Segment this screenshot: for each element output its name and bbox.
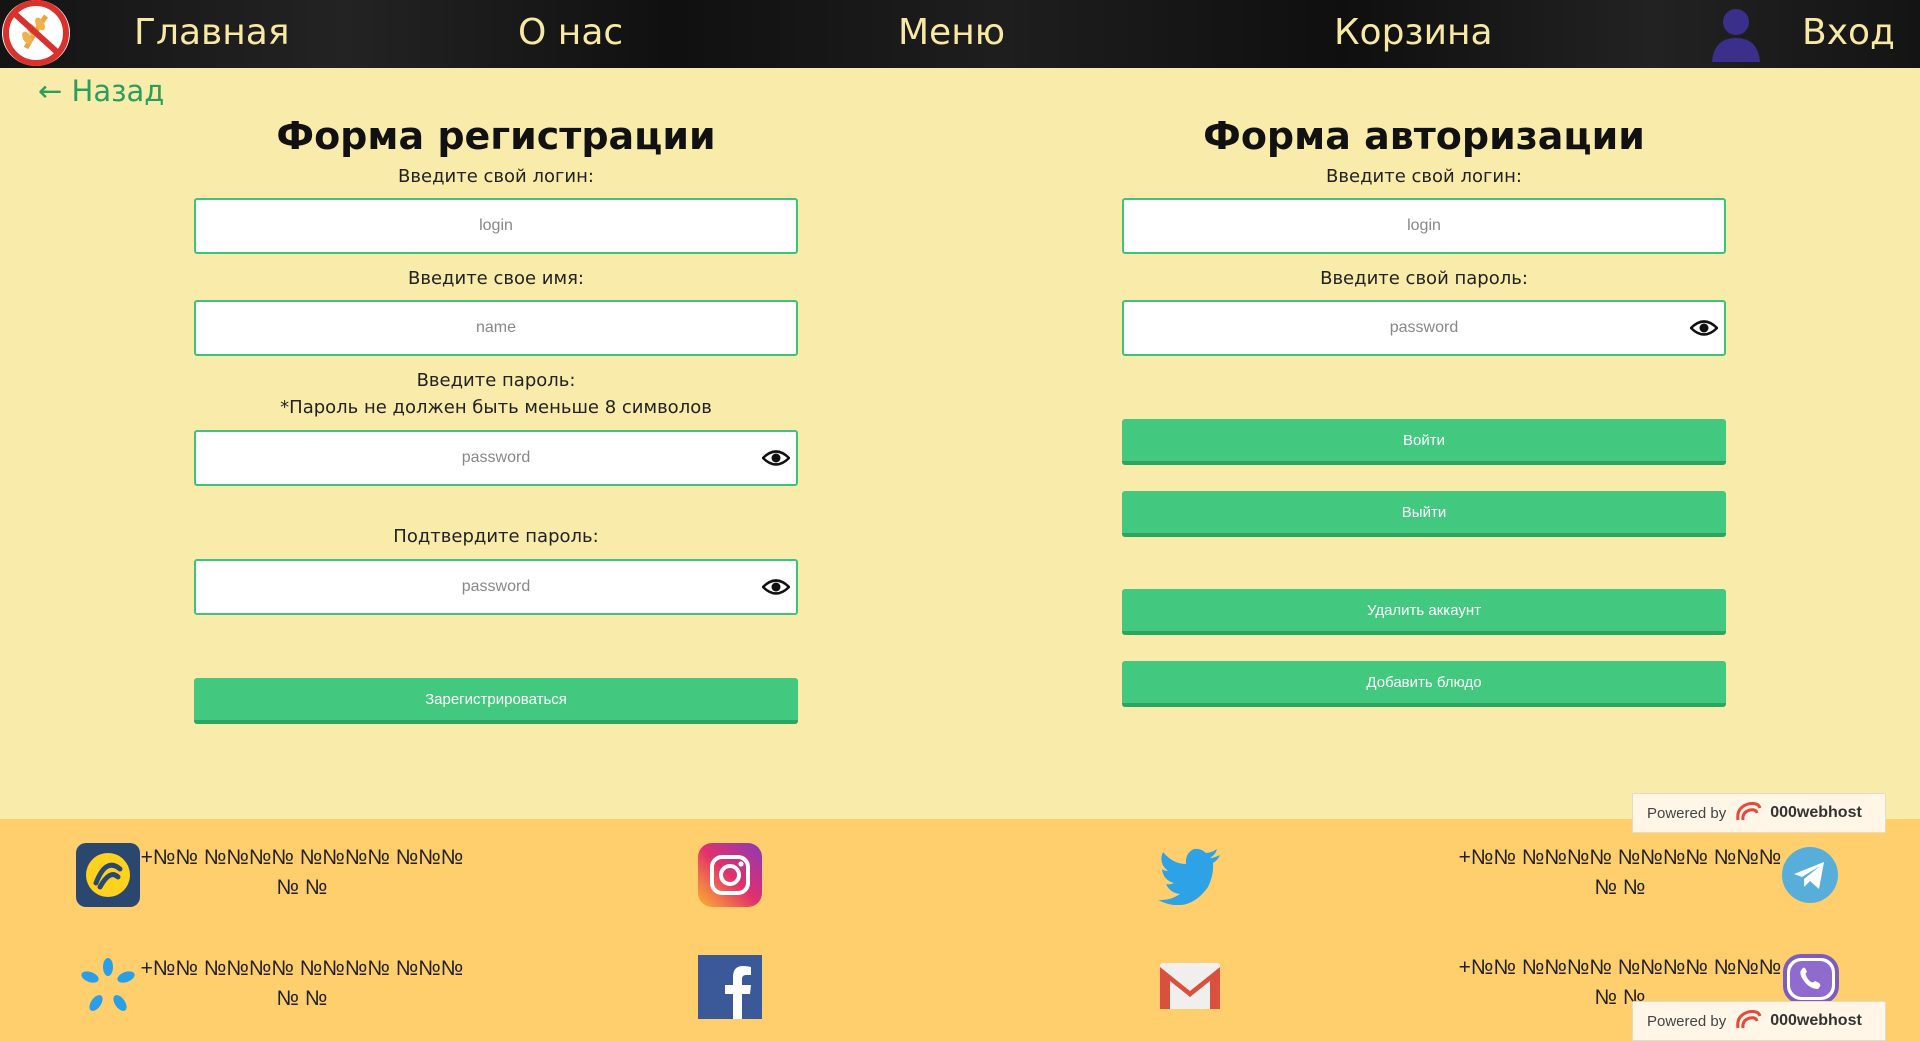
logo-no-gluten-icon[interactable]: [2, 0, 70, 66]
reg-password-field[interactable]: [194, 430, 798, 486]
reg-confirm-field[interactable]: [194, 559, 798, 615]
eye-icon[interactable]: [1689, 318, 1719, 338]
eye-icon[interactable]: [761, 577, 791, 597]
nav-cart[interactable]: Корзина: [1334, 12, 1493, 53]
reg-password-hint: *Пароль не должен быть меньше 8 символов: [280, 397, 712, 418]
reg-name-label: Введите свое имя:: [408, 268, 584, 289]
auth-password-field[interactable]: [1122, 300, 1726, 356]
auth-login-input[interactable]: [1124, 200, 1724, 252]
kyivstar-icon[interactable]: [76, 957, 140, 1021]
nav-login[interactable]: Вход: [1802, 12, 1895, 53]
powered-by-badge[interactable]: Powered by 000webhost: [1632, 1001, 1886, 1041]
phone-lifecell: +№№ №№№№ №№№№ №№№№ №: [140, 846, 464, 899]
reg-login-label: Введите свой логин:: [398, 166, 594, 187]
reg-password-label: Введите пароль:: [416, 370, 576, 391]
add-dish-button[interactable]: Добавить блюдо: [1122, 661, 1726, 707]
login-button[interactable]: Войти: [1122, 419, 1726, 465]
instagram-icon[interactable]: [698, 843, 762, 911]
phone-kyivstar: +№№ №№№№ №№№№ №№№№ №: [140, 957, 464, 1010]
phone-telegram: +№№ №№№№ №№№№ №№№№ №: [1458, 846, 1782, 899]
delete-account-button[interactable]: Удалить аккаунт: [1122, 589, 1726, 635]
authorization-title: Форма авторизации: [1203, 114, 1645, 158]
logout-button[interactable]: Выйти: [1122, 491, 1726, 537]
back-link[interactable]: ← Назад: [38, 74, 164, 108]
top-nav-bar: Главная О нас Меню Корзина Вход: [0, 0, 1920, 68]
auth-login-label: Введите свой логин:: [1326, 166, 1522, 187]
reg-confirm-label: Подтвердите пароль:: [393, 526, 599, 547]
powered-by-brand: 000webhost: [1770, 804, 1862, 821]
reg-confirm-input[interactable]: [196, 561, 796, 613]
lifecell-icon[interactable]: [76, 843, 140, 911]
nav-about[interactable]: О нас: [518, 12, 623, 53]
powered-by-label: Powered by: [1647, 1012, 1727, 1030]
powered-by-label: Powered by: [1647, 804, 1727, 822]
gmail-icon[interactable]: [1158, 961, 1222, 1015]
nav-home[interactable]: Главная: [134, 12, 290, 53]
auth-password-input[interactable]: [1124, 302, 1724, 354]
reg-login-field[interactable]: [194, 198, 798, 254]
webhost-logo-icon: [1734, 1008, 1762, 1034]
registration-title: Форма регистрации: [276, 114, 716, 158]
reg-name-field[interactable]: [194, 300, 798, 356]
webhost-logo-icon: [1734, 800, 1762, 826]
powered-by-badge[interactable]: Powered by 000webhost: [1632, 793, 1886, 833]
auth-login-field[interactable]: [1122, 198, 1726, 254]
register-button[interactable]: Зарегистрироваться: [194, 678, 798, 724]
telegram-icon[interactable]: [1782, 847, 1838, 907]
reg-name-input[interactable]: [196, 302, 796, 354]
powered-by-brand: 000webhost: [1770, 1012, 1862, 1029]
facebook-icon[interactable]: [698, 955, 762, 1023]
eye-icon[interactable]: [761, 448, 791, 468]
twitter-icon[interactable]: [1158, 845, 1222, 909]
reg-password-input[interactable]: [196, 432, 796, 484]
nav-menu[interactable]: Меню: [898, 12, 1005, 53]
auth-password-label: Введите свой пароль:: [1320, 268, 1528, 289]
footer: +№№ №№№№ №№№№ №№№№ № +№№ №№№№ №№№№ №№№№ …: [0, 793, 1920, 1041]
reg-login-input[interactable]: [196, 200, 796, 252]
user-avatar-icon[interactable]: [1706, 4, 1766, 62]
